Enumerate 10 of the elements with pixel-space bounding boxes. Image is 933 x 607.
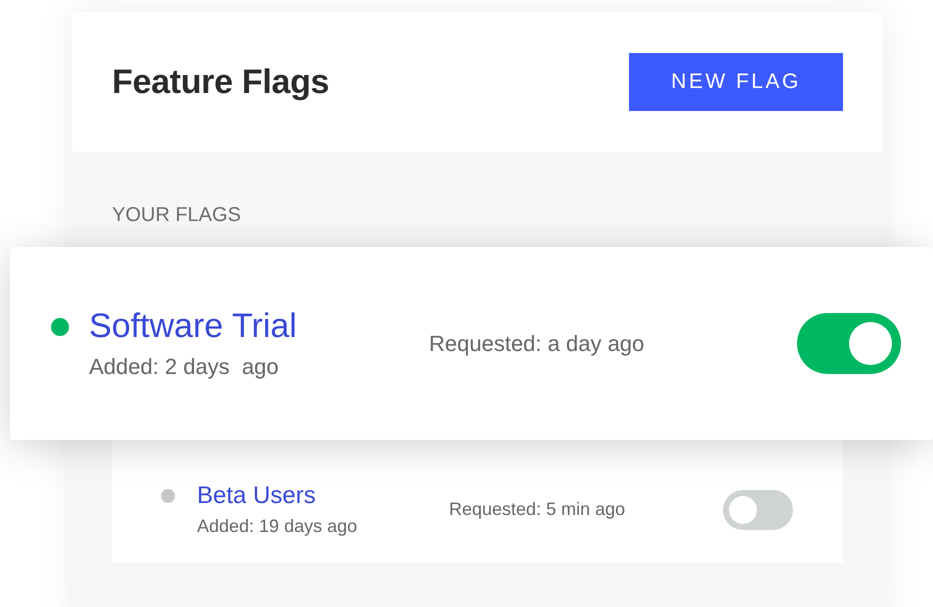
requested-time: Requested: 5 min ago — [449, 499, 626, 520]
added-date: Added: 2 days ago — [89, 354, 280, 380]
toggle-switch[interactable] — [723, 490, 793, 530]
new-flag-button[interactable]: NEW FLAG — [629, 53, 843, 111]
section-label: YOUR FLAGS — [112, 204, 241, 226]
added-date: Added: 19 days ago — [197, 516, 358, 537]
flag-name-link[interactable]: Beta Users — [197, 482, 449, 510]
page-title: Feature Flags — [112, 62, 330, 102]
flag-name-link[interactable]: Software Trial — [89, 307, 429, 346]
requested-time: Requested: a day ago — [429, 330, 646, 356]
